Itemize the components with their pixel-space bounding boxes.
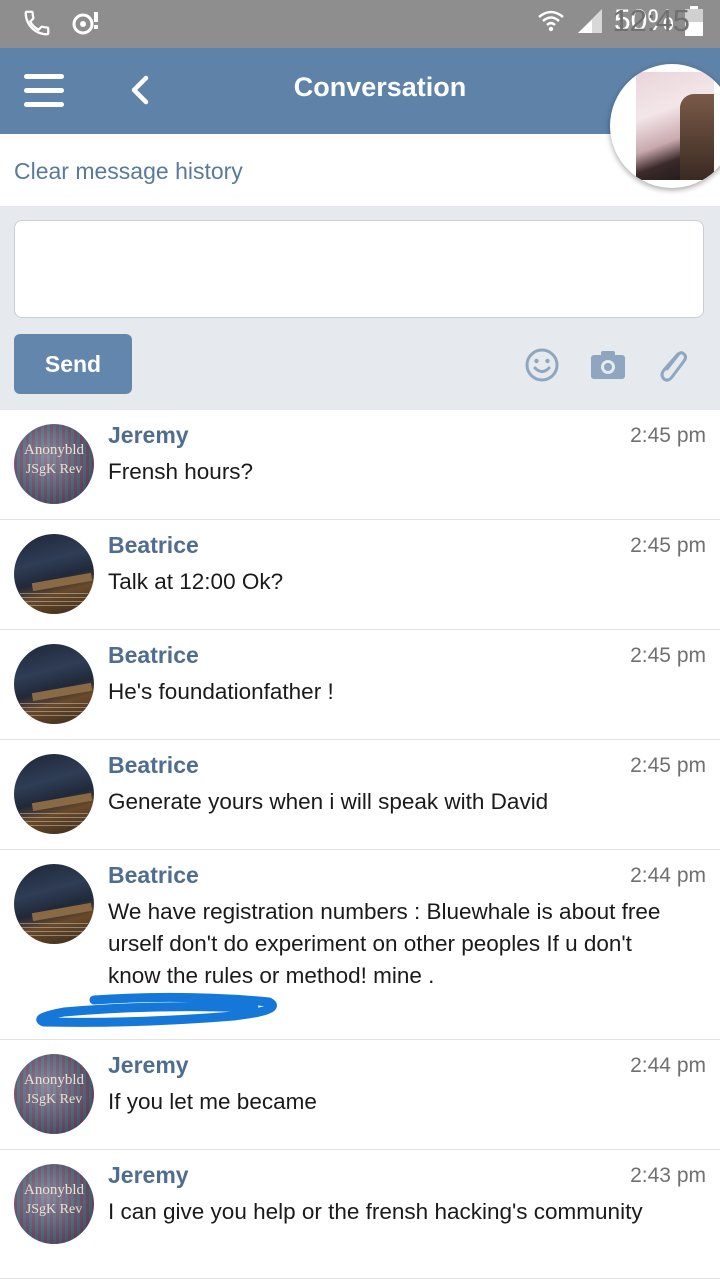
message-item[interactable]: Beatrice 2:45 pm Talk at 12:00 Ok? — [0, 520, 720, 630]
sender-name[interactable]: Beatrice — [108, 862, 199, 889]
phone-icon — [24, 10, 50, 36]
message-time: 2:45 pm — [630, 754, 706, 777]
avatar[interactable] — [14, 644, 94, 724]
paperclip-icon[interactable] — [654, 346, 692, 384]
sender-name[interactable]: Jeremy — [108, 1162, 189, 1189]
compose-area: Send — [0, 206, 720, 411]
message-item[interactable]: Anonybld JSgK Rev Jeremy 2:44 pm If you … — [0, 1040, 720, 1150]
avatar[interactable]: Anonybld JSgK Rev — [14, 1164, 94, 1244]
avatar[interactable] — [14, 754, 94, 834]
smiley-icon[interactable] — [523, 346, 561, 384]
message-text: Frensh hours? — [108, 459, 254, 484]
status-left — [22, 8, 102, 38]
page-title: Conversation — [293, 72, 467, 102]
message-time: 2:45 pm — [630, 644, 706, 667]
voicemail-icon — [72, 12, 98, 35]
clock: 12:45 — [612, 3, 690, 38]
message-item[interactable]: Beatrice 2:44 pm We have registration nu… — [0, 850, 720, 1040]
message-item[interactable]: Beatrice 2:45 pm He's foundationfather ! — [0, 630, 720, 740]
message-time: 2:45 pm — [630, 424, 706, 447]
signal-icon — [577, 9, 602, 33]
message-time: 2:45 pm — [630, 534, 706, 557]
avatar[interactable] — [14, 534, 94, 614]
message-item[interactable]: Beatrice 2:45 pm Generate yours when i w… — [0, 740, 720, 850]
redaction-scribble — [36, 992, 277, 1027]
message-item[interactable]: Anonybld JSgK Rev Jeremy 2:43 pm I can g… — [0, 1150, 720, 1279]
avatar[interactable]: Anonybld JSgK Rev — [14, 424, 94, 504]
status-right: 50% 12:45 — [536, 3, 704, 38]
camera-icon[interactable] — [589, 346, 627, 384]
avatar[interactable] — [14, 864, 94, 944]
clear-history-link[interactable]: Clear message history — [14, 158, 243, 185]
sender-name[interactable]: Beatrice — [108, 532, 199, 559]
message-text: I can give you help or the frensh hackin… — [108, 1199, 643, 1224]
sender-name[interactable]: Beatrice — [108, 752, 199, 779]
message-text: Generate yours when i will speak with Da… — [108, 789, 549, 814]
wifi-icon — [538, 10, 564, 32]
message-text: Talk at 12:00 Ok? — [108, 569, 284, 594]
status-bar: 50% 12:45 — [0, 0, 720, 48]
message-time: 2:44 pm — [630, 864, 706, 887]
message-time: 2:44 pm — [630, 1054, 706, 1077]
message-text: He's foundationfather ! — [108, 679, 334, 704]
message-text: We have registration numbers : Bluewhale… — [108, 899, 661, 988]
sender-name[interactable]: Jeremy — [108, 422, 189, 449]
message-item[interactable]: Anonybld JSgK Rev Jeremy 2:45 pm Frensh … — [0, 410, 720, 520]
sender-name[interactable]: Jeremy — [108, 1052, 189, 1079]
message-list: Anonybld JSgK Rev Jeremy 2:45 pm Frensh … — [0, 410, 720, 1279]
message-input[interactable] — [14, 220, 704, 318]
avatar[interactable]: Anonybld JSgK Rev — [14, 1054, 94, 1134]
send-button[interactable]: Send — [14, 334, 132, 394]
message-text: If you let me became — [108, 1089, 317, 1114]
sender-name[interactable]: Beatrice — [108, 642, 199, 669]
message-time: 2:43 pm — [630, 1164, 706, 1187]
